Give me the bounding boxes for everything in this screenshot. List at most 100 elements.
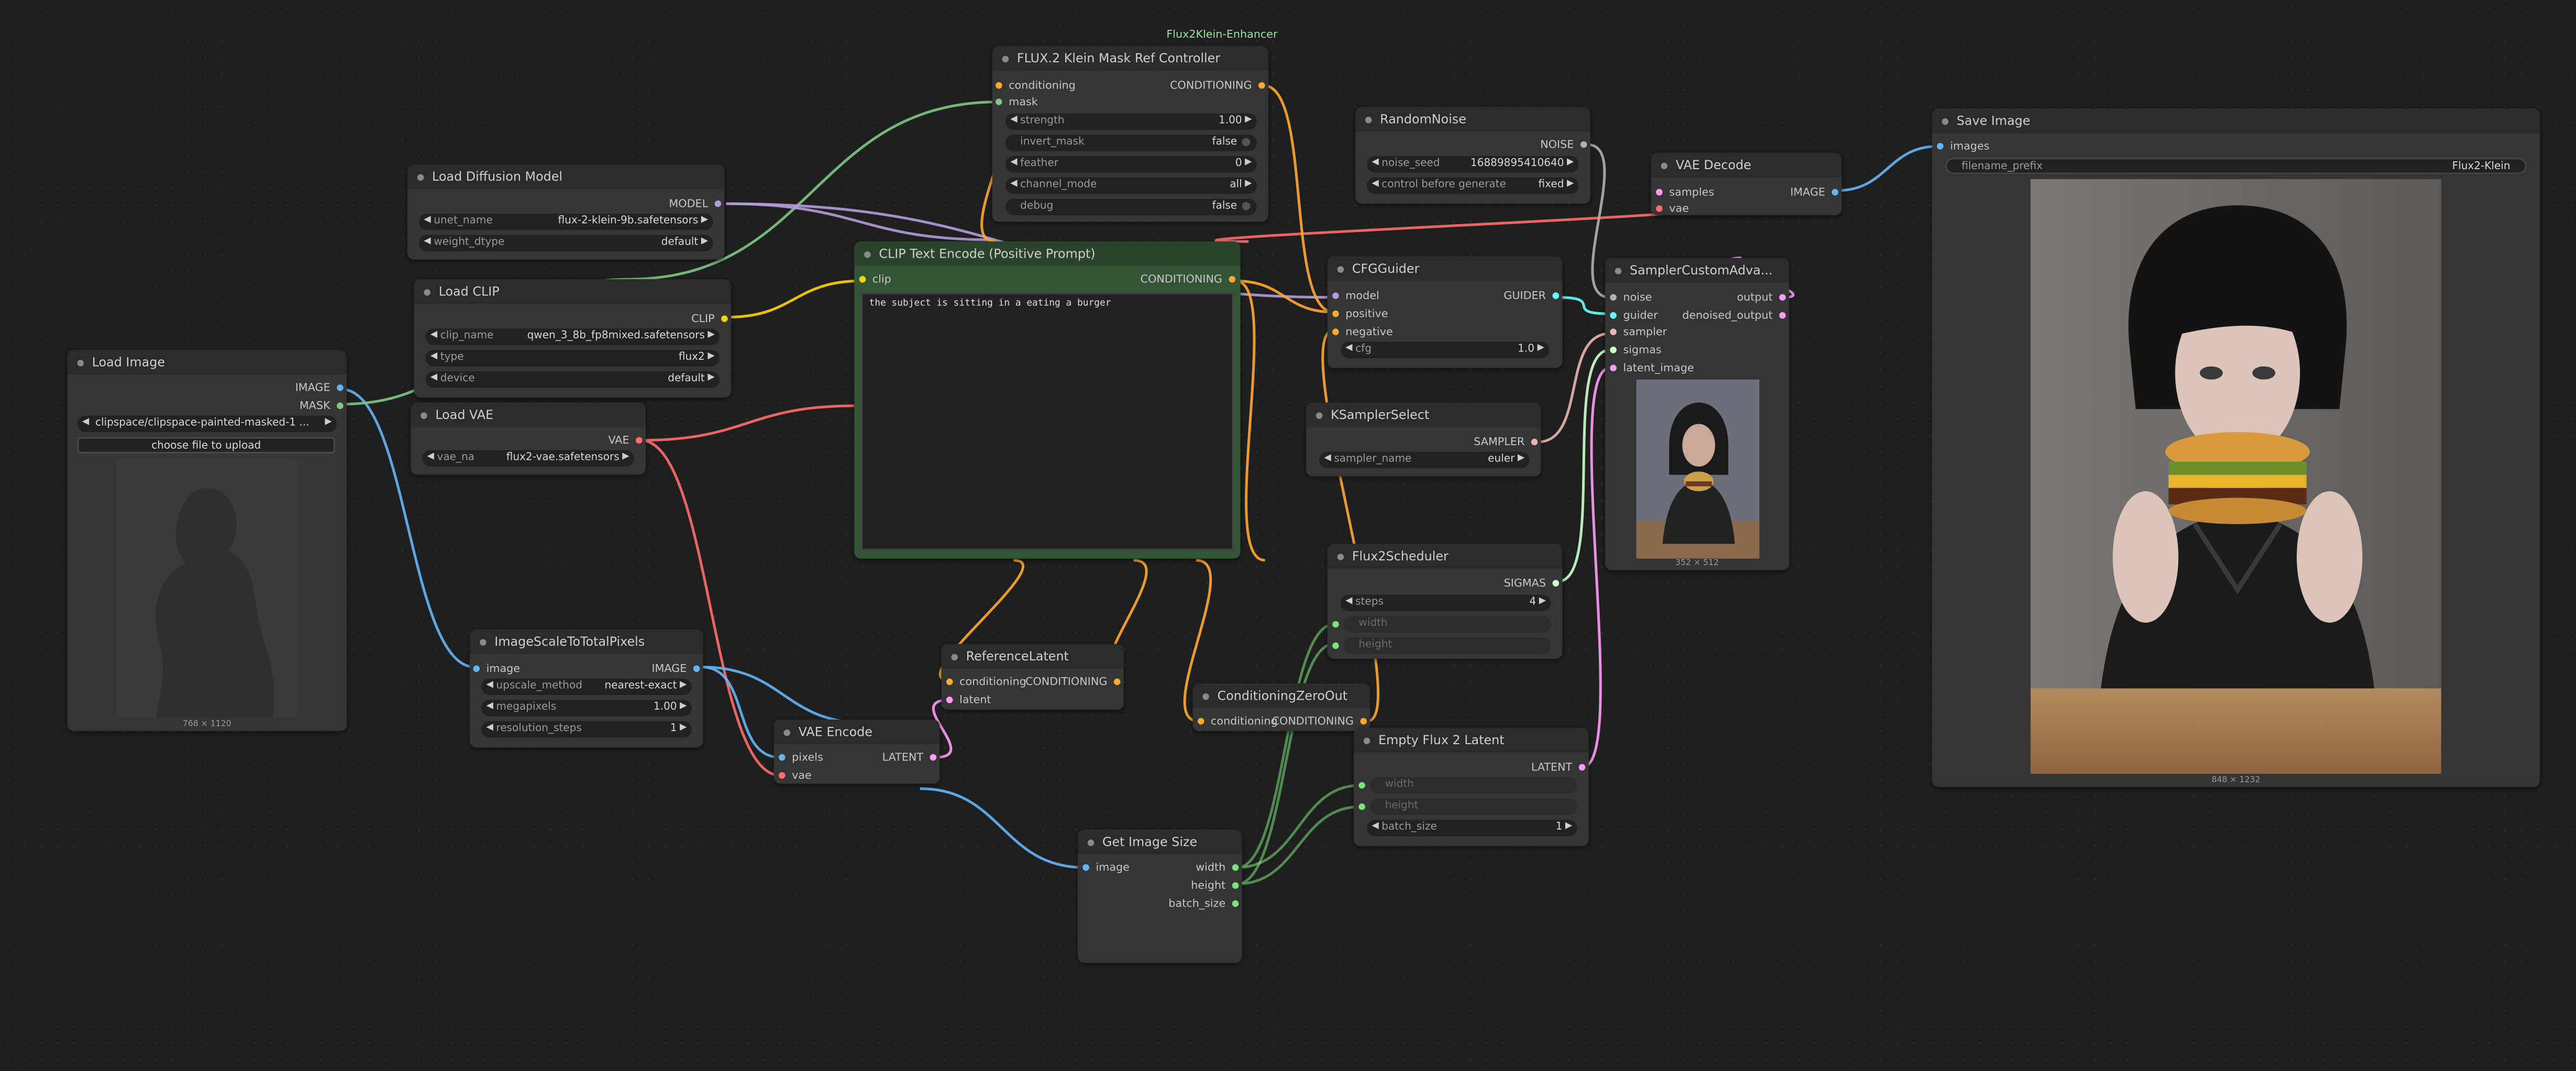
output-image[interactable]: IMAGE [651,660,700,677]
arrow-right-icon[interactable]: ▶ [1245,156,1252,172]
arrow-right-icon[interactable]: ▶ [622,450,629,466]
arrow-left-icon[interactable]: ◀ [1345,595,1352,611]
cfg-number[interactable]: ◀ cfg 1.0 ▶ [1340,341,1550,358]
output-latent[interactable]: LATENT [1531,759,1586,775]
input-model[interactable]: model [1332,288,1379,304]
output-dot[interactable] [1779,312,1786,319]
output-output[interactable]: output [1737,289,1786,305]
arrow-right-icon[interactable]: ▶ [701,235,708,251]
vae-encode-node[interactable]: VAE Encode pixels vae LATENT [773,720,940,784]
clip-name-select[interactable]: ◀ clip_name qwen_3_8b_fp8mixed.safetensors… [425,328,720,345]
input-dot[interactable] [1610,365,1617,371]
link-conditioning[interactable] [1321,329,1380,723]
input-pixels[interactable]: pixels [778,749,823,766]
arrow-left-icon[interactable]: ◀ [1010,178,1017,193]
arrow-right-icon[interactable]: ▶ [701,214,708,229]
input-dot[interactable] [946,678,953,686]
toggle-icon[interactable] [1242,202,1251,211]
arrow-left-icon[interactable]: ◀ [424,235,430,251]
output-batch-size[interactable]: batch_size [1168,896,1239,912]
node-title[interactable]: VAE Encode [773,720,940,745]
output-dot[interactable] [1232,882,1239,889]
input-dot[interactable] [996,98,1002,105]
load-clip-node[interactable]: Load CLIP CLIP ◀ clip_name qwen_3_8b_fp8mi… [414,279,732,398]
input-image[interactable]: image [1082,859,1130,876]
output-dot[interactable] [1831,189,1839,196]
unet-name-select[interactable]: ◀ unet_name flux-2-klein-9b.safetensors ▶ [418,213,713,229]
resolution-steps-number[interactable]: ◀ resolution_steps 1 ▶ [481,721,692,737]
output-latent[interactable]: LATENT [882,749,937,766]
output-dot[interactable] [1580,141,1587,148]
arrow-left-icon[interactable]: ◀ [430,350,437,366]
node-title[interactable]: Save Image [1932,108,2540,134]
node-title[interactable]: Load Image [67,350,347,375]
output-dot[interactable] [930,754,937,761]
upload-button[interactable]: choose file to upload [77,437,335,454]
link-image[interactable] [1837,145,1939,192]
arrow-left-icon[interactable]: ◀ [1010,156,1017,172]
input-dot[interactable] [1656,189,1663,196]
output-dot[interactable] [1232,900,1239,907]
node-title[interactable]: Load Diffusion Model [407,164,725,189]
arrow-left-icon[interactable]: ◀ [487,679,493,694]
arrow-left-icon[interactable]: ◀ [430,328,437,344]
mask-ref-controller-node[interactable]: FLUX.2 Klein Mask Ref Controller conditi… [992,46,1268,222]
input-width-dot[interactable] [1332,621,1339,628]
input-height-dot[interactable] [1332,642,1339,649]
arrow-right-icon[interactable]: ▶ [707,350,714,366]
arrow-right-icon[interactable]: ▶ [1567,156,1574,172]
output-dot[interactable] [721,315,728,322]
node-title[interactable]: Flux2Scheduler [1327,544,1563,569]
input-dot[interactable] [1610,312,1617,319]
output-model[interactable]: MODEL [669,195,722,212]
arrow-right-icon[interactable]: ▶ [680,700,687,715]
output-clip[interactable]: CLIP [691,311,728,327]
output-dot[interactable] [1779,294,1786,301]
input-guider[interactable]: guider [1610,307,1658,324]
arrow-right-icon[interactable]: ▶ [680,679,687,694]
node-title[interactable]: ConditioningZeroOut [1192,683,1370,709]
input-dot[interactable] [946,697,953,703]
input-dot[interactable] [778,754,786,761]
input-noise[interactable]: noise [1610,289,1652,305]
node-title[interactable]: ImageScaleToTotalPixels [470,629,703,654]
steps-number[interactable]: ◀ steps 4 ▶ [1340,594,1551,611]
output-conditioning[interactable]: CONDITIONING [1170,77,1265,93]
arrow-right-icon[interactable]: ▶ [1538,342,1544,358]
control-select[interactable]: ◀ control before generate fixed ▶ [1367,177,1579,193]
link-image[interactable] [701,666,781,759]
output-conditioning[interactable]: CONDITIONING [1141,271,1236,288]
input-dot[interactable] [473,665,480,672]
arrow-right-icon[interactable]: ▶ [707,328,714,344]
arrow-right-icon[interactable]: ▶ [707,371,714,387]
input-dot[interactable] [1610,328,1617,335]
ksampler-select-node[interactable]: KSamplerSelect SAMPLER ◀ sampler_name eule… [1306,402,1541,477]
output-dot[interactable] [693,665,700,672]
input-mask[interactable]: mask [996,94,1038,110]
arrow-left-icon[interactable]: ◀ [1345,342,1352,358]
arrow-left-icon[interactable]: ◀ [487,721,493,737]
width-converted-widget[interactable]: width [1344,616,1551,632]
get-image-size-node[interactable]: Get Image Size image width height batch_… [1077,830,1242,963]
input-conditioning[interactable]: conditioning [946,673,1026,690]
arrow-right-icon[interactable]: ▶ [1518,452,1524,468]
input-dot[interactable] [996,82,1002,89]
link-conditioning[interactable] [1263,84,1334,314]
height-converted-widget[interactable]: height [1370,798,1577,814]
input-clip[interactable]: clip [859,271,891,288]
input-conditioning[interactable]: conditioning [1197,713,1278,730]
node-title[interactable]: FLUX.2 Klein Mask Ref Controller [992,46,1268,71]
node-title[interactable]: Load CLIP [414,279,732,304]
input-dot[interactable] [1610,346,1617,354]
output-denoised[interactable]: denoised_output [1682,307,1786,324]
arrow-right-icon[interactable]: ▶ [1565,820,1572,835]
output-dot[interactable] [636,437,643,444]
node-title[interactable]: CLIP Text Encode (Positive Prompt) [854,241,1241,267]
input-image[interactable]: image [473,660,520,677]
cfg-guider-node[interactable]: CFGGuider model positive negative GUIDER… [1327,256,1563,368]
sampler-custom-advanced-node[interactable]: SamplerCustomAdva... noise guider sample… [1605,258,1789,570]
link-vae[interactable] [640,404,855,442]
input-images[interactable]: images [1937,138,1989,154]
vae-name-select[interactable]: ◀ vae_na flux2-vae.safetensors ▶ [422,450,634,466]
output-dot[interactable] [1232,864,1239,871]
